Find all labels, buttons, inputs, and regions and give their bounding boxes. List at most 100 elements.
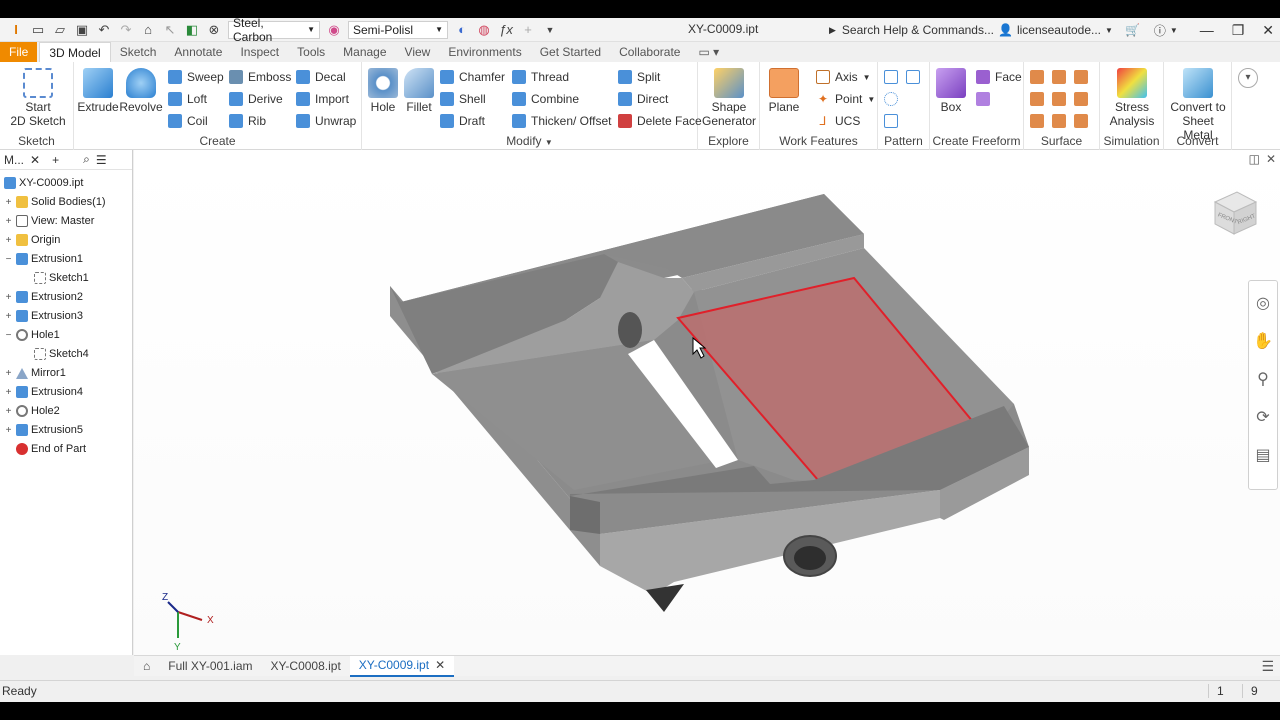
doc-tab-xy-c0008[interactable]: XY-C0008.ipt: [262, 656, 350, 677]
viewport-close-icon[interactable]: ✕: [1266, 152, 1276, 166]
loft-button[interactable]: Loft: [168, 90, 207, 108]
surface-tool-3[interactable]: [1074, 68, 1088, 86]
surface-tool-8[interactable]: [1052, 112, 1066, 130]
fillet-button[interactable]: Fillet: [402, 68, 436, 114]
select-icon[interactable]: ↖: [162, 22, 178, 38]
ribbon-more-icon[interactable]: ▾: [1238, 68, 1258, 88]
surface-tool-1[interactable]: [1030, 68, 1044, 86]
viewcube[interactable]: FRONT RIGHT: [1210, 188, 1260, 236]
look-at-icon[interactable]: ▤: [1255, 445, 1270, 465]
steering-wheel-icon[interactable]: ◎: [1256, 293, 1270, 313]
surface-tool-5[interactable]: [1052, 90, 1066, 108]
tree-item-sketch1[interactable]: Sketch1: [34, 269, 89, 287]
undo-icon[interactable]: ↶: [96, 22, 112, 38]
close-icon[interactable]: ✕: [1262, 22, 1274, 39]
help-icon[interactable]: ⓘ: [1154, 22, 1166, 39]
tree-item-extrusion4[interactable]: + Extrusion4: [4, 383, 83, 401]
tab-collaborate[interactable]: Collaborate: [610, 42, 689, 62]
shell-button[interactable]: Shell: [440, 90, 486, 108]
tab-get-started[interactable]: Get Started: [531, 42, 610, 62]
derive-button[interactable]: Derive: [229, 90, 283, 108]
home-icon[interactable]: ⌂: [140, 22, 156, 38]
customize-icon[interactable]: ▼: [542, 22, 558, 38]
shape-generator-button[interactable]: Shape Generator: [702, 68, 756, 128]
emboss-button[interactable]: Emboss: [229, 68, 291, 86]
fx-icon[interactable]: ƒx: [498, 22, 514, 38]
tab-manage[interactable]: Manage: [334, 42, 395, 62]
part-model[interactable]: X Y Z: [134, 150, 1280, 655]
tab-sketch[interactable]: Sketch: [111, 42, 166, 62]
surface-tool-2[interactable]: [1052, 68, 1066, 86]
tree-item-sketch4[interactable]: Sketch4: [34, 345, 89, 363]
tab-3d-model[interactable]: 3D Model: [39, 42, 111, 62]
stress-analysis-button[interactable]: Stress Analysis: [1104, 68, 1160, 128]
face-button[interactable]: Face: [976, 68, 1022, 86]
close-icon[interactable]: ✕: [30, 153, 40, 167]
tree-item-origin[interactable]: + Origin: [4, 231, 60, 249]
tree-item-hole2[interactable]: + Hole2: [4, 402, 60, 420]
open-folder-icon[interactable]: ▱: [52, 22, 68, 38]
search-icon[interactable]: ⌕: [83, 152, 90, 167]
expand-icon[interactable]: +: [4, 197, 13, 208]
expand-icon[interactable]: +: [4, 311, 13, 322]
panel-label-modify[interactable]: Modify ▼: [362, 134, 697, 148]
plane-button[interactable]: Plane: [766, 68, 802, 114]
restore-icon[interactable]: ❐: [1232, 22, 1245, 39]
update-icon[interactable]: ◧: [184, 22, 200, 38]
plus-icon[interactable]: +: [520, 22, 536, 38]
new-file-icon[interactable]: ▭: [30, 22, 46, 38]
expand-icon[interactable]: +: [4, 368, 13, 379]
close-icon[interactable]: ✕: [435, 658, 445, 672]
circular-pattern-button[interactable]: [884, 90, 898, 108]
ribbon-options-icon[interactable]: ▭ ▾: [689, 42, 728, 62]
tree-item-extrusion5[interactable]: + Extrusion5: [4, 421, 83, 439]
surface-tool-6[interactable]: [1074, 90, 1088, 108]
sketch-pattern-button[interactable]: [884, 112, 898, 130]
material-select[interactable]: Steel, Carbon ▼: [228, 18, 320, 44]
point-button[interactable]: ✦ Point ▼: [816, 90, 875, 108]
viewport-maximize-icon[interactable]: ◫: [1249, 152, 1260, 166]
ucs-button[interactable]: ⅃ UCS: [816, 112, 861, 130]
tree-item-view[interactable]: + View: Master: [4, 212, 94, 230]
tab-tools[interactable]: Tools: [288, 42, 334, 62]
zoom-icon[interactable]: ⚲: [1257, 369, 1269, 389]
redo-icon[interactable]: ↷: [118, 22, 134, 38]
tree-item-mirror1[interactable]: + Mirror1: [4, 364, 66, 382]
menu-icon[interactable]: ☰: [96, 153, 107, 167]
split-button[interactable]: Split: [618, 68, 660, 86]
orbit-icon[interactable]: ⟳: [1256, 407, 1269, 427]
tab-inspect[interactable]: Inspect: [231, 42, 288, 62]
adjust-icon[interactable]: ◐: [454, 22, 470, 38]
import-button[interactable]: Import: [296, 90, 349, 108]
expand-icon[interactable]: +: [4, 216, 13, 227]
tab-annotate[interactable]: Annotate: [165, 42, 231, 62]
surface-tool-7[interactable]: [1030, 112, 1044, 130]
hole-button[interactable]: Hole: [366, 68, 400, 114]
save-icon[interactable]: ▣: [74, 22, 90, 38]
tab-environments[interactable]: Environments: [439, 42, 530, 62]
thicken-offset-button[interactable]: Thicken/ Offset: [512, 112, 611, 130]
user-account[interactable]: 👤 licenseautode... ▼ 🛒 ⓘ ▼: [998, 20, 1178, 40]
browser-title[interactable]: M...: [4, 153, 24, 167]
expand-icon[interactable]: +: [4, 425, 13, 436]
start-2d-sketch-button[interactable]: Start 2D Sketch: [8, 68, 68, 128]
tree-item-solid-bodies[interactable]: + Solid Bodies(1): [4, 193, 106, 211]
tree-item-extrusion2[interactable]: + Extrusion2: [4, 288, 83, 306]
collapse-icon[interactable]: −: [4, 254, 13, 265]
doc-tab-assembly[interactable]: Full XY-001.iam: [159, 656, 261, 677]
appearance-select[interactable]: Semi-Polisl ▼: [348, 20, 448, 39]
minimize-icon[interactable]: —: [1200, 22, 1214, 38]
clear-appearance-icon[interactable]: ◍: [476, 22, 492, 38]
help-search[interactable]: ▶ Search Help & Commands...: [826, 20, 994, 40]
cart-icon[interactable]: 🛒: [1125, 23, 1140, 37]
unwrap-button[interactable]: Unwrap: [296, 112, 356, 130]
tree-item-root[interactable]: XY-C0009.ipt: [4, 174, 83, 192]
collapse-icon[interactable]: −: [4, 330, 13, 341]
coil-button[interactable]: Coil: [168, 112, 208, 130]
delete-face-button[interactable]: Delete Face: [618, 112, 702, 130]
sweep-button[interactable]: Sweep: [168, 68, 224, 86]
expand-icon[interactable]: +: [4, 292, 13, 303]
expand-icon[interactable]: +: [4, 406, 13, 417]
decal-button[interactable]: Decal: [296, 68, 346, 86]
tabs-menu-icon[interactable]: ☰: [1261, 658, 1274, 675]
